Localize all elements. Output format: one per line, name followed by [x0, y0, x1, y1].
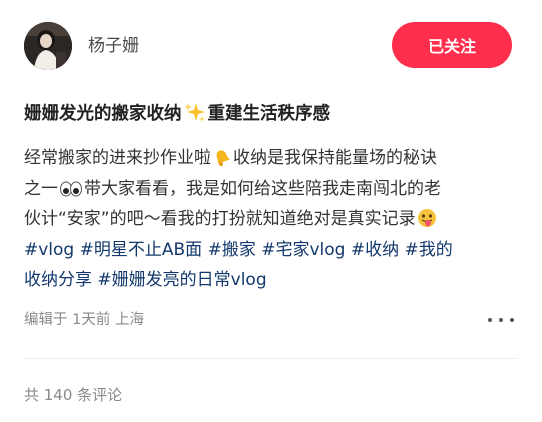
post-meta: 编辑于 1天前 上海 — [24, 312, 144, 328]
post-body-line-2: 之一 带大家看看，我是如何给这些陪我走南闯北的老 — [24, 174, 520, 205]
post-body-text: 带大家看看，我是如何给这些陪我走南闯北的老 — [84, 178, 441, 199]
hashtag-link[interactable]: #收纳 — [351, 240, 399, 260]
follow-button[interactable]: 已关注 — [392, 22, 512, 68]
post-title: 姗姗发光的搬家收纳 重建生活秩序感 — [24, 100, 524, 132]
hashtag-link[interactable]: #搬家 — [208, 240, 256, 260]
more-dot — [499, 318, 503, 322]
post-body-line-3: 伙计“安家”的吧～看我的打扮就知道绝对是真实记录 — [24, 204, 520, 235]
post-body-line-1: 经常搬家的进来抄作业啦 收纳是我保持能量场的秘诀 — [24, 143, 520, 174]
post-hashtags-line-1: #vlog #明星不止AB面 #搬家 #宅家vlog #收纳 #我的 — [24, 235, 520, 266]
post-title-text: 姗姗发光的搬家收纳 — [24, 104, 182, 124]
hashtag-link[interactable]: #vlog — [24, 240, 74, 260]
sparkles-emoji-icon — [183, 101, 206, 132]
tongue-out-emoji-icon — [417, 208, 437, 239]
hashtag-link[interactable]: #我的 — [405, 240, 453, 260]
post-body: 经常搬家的进来抄作业啦 收纳是我保持能量场的秘诀 之一 带大家看看，我是如何给这… — [24, 143, 520, 296]
hashtag-link[interactable]: #姗姗发亮的日常vlog — [97, 270, 266, 290]
post-header: 杨子姗 已关注 — [0, 0, 542, 92]
post-title-text-2: 重建生活秩序感 — [207, 104, 331, 124]
hashtag-link[interactable]: #明星不止AB面 — [80, 240, 203, 260]
post-body-text: 经常搬家的进来抄作业啦 — [24, 148, 211, 168]
more-dots-icon[interactable] — [488, 309, 514, 331]
author-avatar[interactable] — [24, 22, 72, 70]
user-avatar-icon — [24, 22, 72, 70]
post-hashtags-line-2: 收纳分享 #姗姗发亮的日常vlog — [24, 265, 520, 296]
hashtag-link[interactable]: 收纳分享 — [24, 270, 92, 290]
post-body-text: 之一 — [24, 178, 58, 199]
more-dot — [510, 318, 514, 322]
bell-emoji-icon — [212, 147, 232, 178]
author-name[interactable]: 杨子姗 — [88, 34, 139, 58]
comments-count: 共 140 条评论 — [24, 386, 123, 404]
post-body-text: 收纳是我保持能量场的秘诀 — [233, 148, 437, 168]
more-dot — [488, 318, 492, 322]
divider — [24, 358, 518, 359]
post-body-text: 伙计“安家”的吧～看我的打扮就知道绝对是真实记录 — [24, 209, 416, 229]
hashtag-link[interactable]: #宅家vlog — [261, 240, 345, 260]
